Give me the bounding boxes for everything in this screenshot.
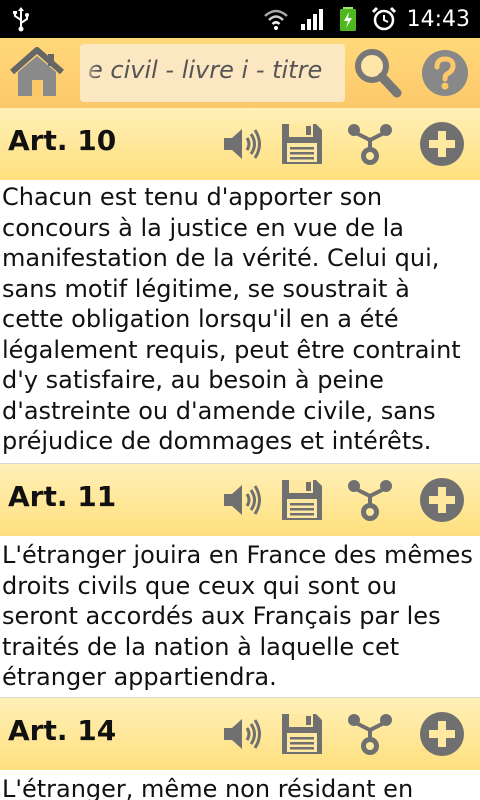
article-text: L'étranger, même non résidant en xyxy=(2,775,414,800)
save-icon[interactable] xyxy=(278,476,326,524)
document-title: e civil - livre i - titre xyxy=(88,56,323,84)
title-fade-right xyxy=(323,44,345,102)
save-icon[interactable] xyxy=(278,120,326,168)
wifi-icon xyxy=(263,9,288,30)
speaker-icon[interactable] xyxy=(218,476,266,524)
article-number: Art. 11 xyxy=(8,480,117,513)
article-text: Chacun est tenu d'apporter son concours … xyxy=(2,183,461,455)
add-icon[interactable] xyxy=(418,710,466,758)
share-icon[interactable] xyxy=(346,120,394,168)
article-header: Art. 11 xyxy=(0,464,480,536)
speaker-icon[interactable] xyxy=(218,120,266,168)
title-fade-left xyxy=(80,44,98,102)
usb-icon xyxy=(13,7,29,32)
speaker-icon[interactable] xyxy=(218,710,266,758)
status-bar: 14:43 xyxy=(0,0,480,38)
search-icon[interactable] xyxy=(352,46,402,100)
add-icon[interactable] xyxy=(418,476,466,524)
share-icon[interactable] xyxy=(346,710,394,758)
top-toolbar: e civil - livre i - titre xyxy=(0,38,480,108)
signal-icon xyxy=(300,9,323,30)
article-header: Art. 14 xyxy=(0,698,480,770)
battery-charging-icon xyxy=(339,7,356,31)
article-header: Art. 10 xyxy=(0,108,480,180)
home-icon[interactable] xyxy=(6,44,68,102)
document-title-bar[interactable]: e civil - livre i - titre xyxy=(80,44,345,102)
help-icon[interactable] xyxy=(420,48,470,98)
share-icon[interactable] xyxy=(346,476,394,524)
add-icon[interactable] xyxy=(418,120,466,168)
article-text: L'étranger jouira en France des mêmes dr… xyxy=(2,541,473,691)
article-number: Art. 10 xyxy=(8,124,117,157)
save-icon[interactable] xyxy=(278,710,326,758)
article-number: Art. 14 xyxy=(8,714,117,747)
status-time: 14:43 xyxy=(406,6,470,32)
alarm-clock-icon xyxy=(371,6,396,31)
